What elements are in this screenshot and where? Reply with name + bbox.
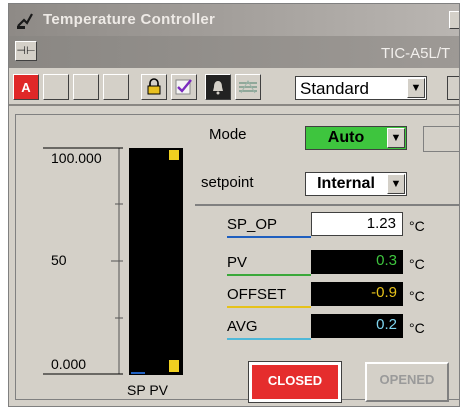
chevron-down-icon[interactable]: ▼ — [387, 174, 405, 194]
sp-op-input[interactable]: 1.23 — [311, 212, 403, 236]
setpoint-value: Internal — [317, 175, 375, 192]
mode-value: Auto — [327, 129, 365, 146]
avg-label: AVG — [227, 318, 258, 335]
mode-label: Mode — [209, 126, 247, 143]
window-title: Temperature Controller — [43, 11, 216, 28]
opened-button[interactable]: OPENED — [365, 362, 449, 402]
section-divider — [195, 204, 459, 206]
toolbar: A Standard ▼ — [9, 68, 459, 106]
lock-button[interactable] — [141, 74, 167, 100]
trend-button[interactable] — [235, 74, 261, 100]
chevron-down-icon[interactable]: ▼ — [387, 128, 405, 148]
sp-op-label: SP_OP — [227, 216, 278, 233]
mid-bar-track — [147, 148, 165, 375]
window-size-button[interactable] — [447, 76, 459, 100]
pin-icon[interactable]: ⊣⊢ — [15, 41, 37, 61]
bell-button[interactable] — [205, 74, 231, 100]
mode-extra-field[interactable] — [423, 126, 459, 152]
offset-label: OFFSET — [227, 286, 287, 303]
sp-op-unit: °C — [409, 218, 425, 234]
toolbar-slot-1[interactable] — [43, 74, 69, 100]
sp-bar-fill — [131, 372, 145, 374]
pv-bar-fill — [169, 360, 179, 372]
pv-underline — [227, 274, 311, 276]
toolbar-slot-2[interactable] — [73, 74, 99, 100]
avg-value: 0.2 — [311, 314, 403, 338]
lock-icon — [147, 78, 161, 95]
faceplate-header: ⊣⊢ TIC-A5L/T — [9, 36, 459, 68]
alarm-label: A — [21, 79, 31, 95]
offset-value: -0.9 — [311, 282, 403, 306]
pv-bar-top-marker — [169, 150, 179, 160]
sp-bar-track — [129, 148, 147, 375]
pv-label: PV — [227, 254, 248, 271]
offset-underline — [227, 306, 311, 308]
view-select-value: Standard — [300, 79, 369, 98]
avg-unit: °C — [409, 320, 425, 336]
tag-name: TIC-A5L/T — [381, 45, 451, 62]
setpoint-select[interactable]: Internal ▼ — [305, 172, 407, 196]
view-select[interactable]: Standard ▼ — [295, 76, 427, 100]
pv-bar-track — [165, 148, 183, 375]
avg-underline — [227, 338, 311, 340]
trend-icon — [239, 80, 257, 94]
toolbar-slot-3[interactable] — [103, 74, 129, 100]
mode-select[interactable]: Auto ▼ — [305, 126, 407, 150]
bar-labels: SP PV — [127, 382, 168, 398]
alarm-button[interactable]: A — [13, 74, 39, 100]
setpoint-label: setpoint — [201, 174, 254, 191]
pv-value: 0.3 — [311, 250, 403, 274]
checkmark-icon — [175, 79, 192, 95]
chevron-down-icon[interactable]: ▼ — [407, 78, 425, 98]
offset-unit: °C — [409, 288, 425, 304]
bell-icon — [213, 81, 223, 95]
sp-op-underline — [227, 236, 311, 238]
app-icon — [17, 13, 33, 29]
window-button[interactable] — [449, 11, 459, 29]
title-bar[interactable]: Temperature Controller — [9, 4, 459, 36]
bar-graph — [43, 147, 183, 375]
closed-button[interactable]: CLOSED — [249, 362, 341, 402]
controller-window: Temperature Controller ⊣⊢ TIC-A5L/T A St… — [8, 3, 460, 407]
pv-unit: °C — [409, 256, 425, 272]
acknowledge-button[interactable] — [171, 74, 197, 100]
